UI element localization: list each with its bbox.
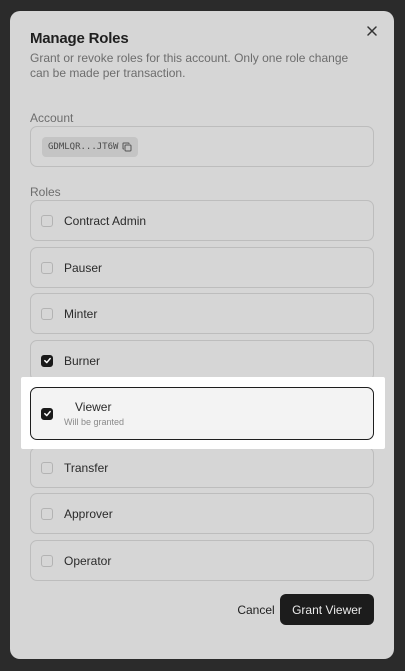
cancel-button[interactable]: Cancel [226,595,286,625]
account-field: GDMLQR...JT6W [30,126,374,167]
role-label: Approver [64,506,113,521]
role-label: Burner [64,353,101,368]
checkbox[interactable] [41,261,53,274]
role-approver[interactable]: Approver [30,493,374,534]
role-burner[interactable]: Burner [30,340,374,381]
check-icon [43,357,51,364]
role-minter[interactable]: Minter [30,293,374,334]
account-address: GDMLQR...JT6W [48,142,119,152]
role-transfer[interactable]: Transfer [30,447,374,488]
role-label: Transfer [64,460,109,475]
role-contract-admin[interactable]: Contract Admin [30,200,374,241]
role-text: Viewer Will be granted [64,400,124,427]
checkbox[interactable] [41,461,53,474]
role-label: Contract Admin [64,213,147,228]
role-pauser[interactable]: Pauser [30,247,374,288]
role-operator[interactable]: Operator [30,540,374,581]
role-label: Minter [64,306,98,321]
role-label: Viewer [75,400,112,414]
role-label: Pauser [64,260,103,275]
account-address-chip: GDMLQR...JT6W [42,137,139,157]
checkbox[interactable] [41,554,53,567]
checkbox[interactable] [41,214,53,227]
checkbox-checked[interactable] [41,354,53,367]
close-icon[interactable] [364,23,380,39]
grant-role-button[interactable]: Grant Viewer [280,594,374,625]
copy-icon[interactable] [122,142,132,152]
checkbox[interactable] [41,307,53,320]
dialog-description: Grant or revoke roles for this account. … [30,51,349,80]
checkbox[interactable] [41,507,53,520]
role-status-note: Will be granted [64,417,125,427]
manage-roles-dialog: Manage Roles Grant or revoke roles for t… [10,11,394,659]
account-label: Account [30,111,74,125]
role-viewer[interactable]: Viewer Will be granted [30,387,374,440]
role-label: Operator [64,553,112,568]
checkbox-checked[interactable] [41,407,53,420]
check-icon [43,410,51,417]
dialog-title: Manage Roles [30,30,129,47]
roles-label: Roles [30,185,61,199]
